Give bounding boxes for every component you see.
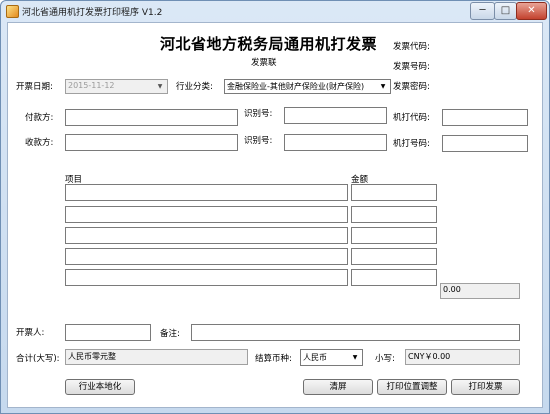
industry-label: 行业分类: [176, 82, 213, 92]
date-value: 2015-11-12 [68, 81, 115, 90]
small-amount-label: 小写: [375, 354, 395, 364]
print-adjust-button[interactable]: 打印位置调整 [377, 379, 447, 395]
currency-select[interactable]: 人民币 ▼ [300, 349, 363, 366]
amount-input-3[interactable] [351, 227, 437, 244]
currency-label: 结算币种: [255, 354, 292, 364]
machine-code-label: 机打代码: [393, 113, 430, 123]
item-input-3[interactable] [65, 227, 348, 244]
payee-id-label: 识别号: [244, 136, 273, 146]
amount-total-field: 0.00 [440, 283, 520, 299]
small-amount-field: CNY￥0.00 [405, 349, 520, 365]
localize-button[interactable]: 行业本地化 [65, 379, 135, 395]
total-cn-field: 人民币零元整 [65, 349, 248, 365]
currency-value: 人民币 [303, 353, 327, 362]
small-amount-value: CNY￥0.00 [408, 352, 451, 361]
invoice-form: 河北省地方税务局通用机打发票 发票联 发票代码: 发票号码: 发票密码: 开票日… [7, 22, 543, 408]
invoice-subtitle: 发票联 [251, 58, 277, 68]
chevron-down-icon[interactable]: ▼ [349, 352, 361, 363]
machine-code-input[interactable] [442, 109, 528, 126]
total-cn-label: 合计(大写): [16, 354, 60, 364]
payee-id-input[interactable] [284, 134, 387, 151]
payer-label: 付款方: [25, 113, 54, 123]
total-cn-value: 人民币零元整 [68, 352, 116, 361]
amount-input-4[interactable] [351, 248, 437, 265]
amount-input-1[interactable] [351, 184, 437, 201]
clear-button[interactable]: 清屏 [303, 379, 373, 395]
amount-total-value: 0.00 [443, 285, 461, 294]
issuer-label: 开票人: [16, 328, 45, 338]
invoice-code-label: 发票代码: [393, 42, 430, 52]
minimize-button[interactable]: ─ [470, 2, 495, 20]
invoice-password-label: 发票密码: [393, 82, 430, 92]
amount-input-5[interactable] [351, 269, 437, 286]
invoice-number-label: 发票号码: [393, 62, 430, 72]
payee-input[interactable] [65, 134, 238, 151]
date-label: 开票日期: [16, 82, 53, 92]
invoice-title: 河北省地方税务局通用机打发票 [160, 35, 378, 53]
remark-label: 备注: [160, 329, 180, 339]
date-picker[interactable]: 2015-11-12 ▼ [65, 79, 168, 94]
amount-input-2[interactable] [351, 206, 437, 223]
chevron-down-icon[interactable]: ▼ [377, 81, 389, 92]
industry-value: 金融保险业-其他财产保险业(财产保险) [227, 82, 365, 91]
machine-number-label: 机打号码: [393, 139, 430, 149]
window-title: 河北省通用机打发票打印程序 V1.2 [22, 8, 163, 18]
item-input-5[interactable] [65, 269, 348, 286]
close-button[interactable]: ✕ [516, 2, 547, 20]
app-icon [6, 5, 19, 18]
industry-select[interactable]: 金融保险业-其他财产保险业(财产保险) ▼ [224, 79, 391, 94]
payee-label: 收款方: [25, 138, 54, 148]
machine-number-input[interactable] [442, 135, 528, 152]
calendar-dropdown-icon[interactable]: ▼ [154, 81, 166, 92]
item-input-4[interactable] [65, 248, 348, 265]
item-input-2[interactable] [65, 206, 348, 223]
payer-id-label: 识别号: [244, 109, 273, 119]
remark-input[interactable] [191, 324, 520, 341]
issuer-input[interactable] [65, 324, 151, 341]
title-bar[interactable]: 河北省通用机打发票打印程序 V1.2 ─ □ ✕ [1, 1, 549, 22]
app-window: 河北省通用机打发票打印程序 V1.2 ─ □ ✕ 河北省地方税务局通用机打发票 … [0, 0, 550, 414]
payer-input[interactable] [65, 109, 238, 126]
maximize-button[interactable]: □ [494, 2, 517, 20]
item-input-1[interactable] [65, 184, 348, 201]
print-button[interactable]: 打印发票 [451, 379, 520, 395]
payer-id-input[interactable] [284, 107, 387, 124]
